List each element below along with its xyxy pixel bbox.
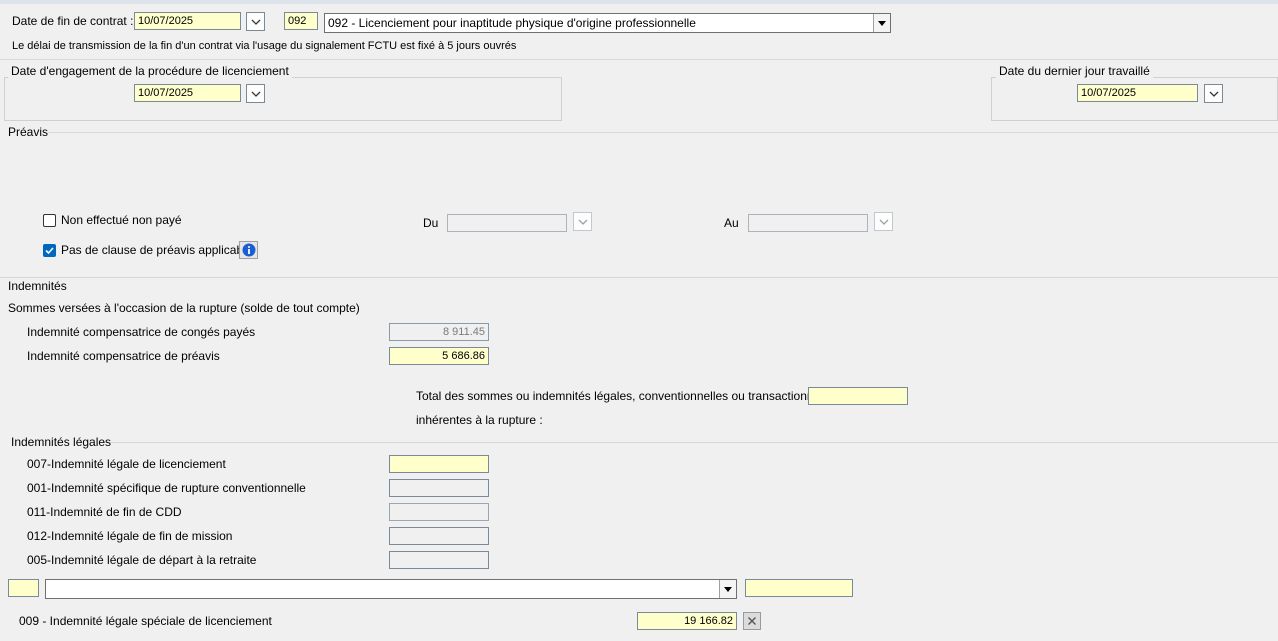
- total-label-line1: Total des sommes ou indemnités légales, …: [416, 389, 839, 403]
- legale-item-input[interactable]: [389, 551, 489, 569]
- pas-clause-info-button[interactable]: [239, 241, 258, 259]
- au-date-input[interactable]: [748, 214, 868, 232]
- preavis-indemnite-label: Indemnité compensatrice de préavis: [27, 349, 220, 363]
- chevron-down-icon: [251, 91, 260, 97]
- info-icon: [242, 243, 255, 257]
- total-label-line2: inhérentes à la rupture :: [416, 413, 543, 427]
- non-effectue-label: Non effectué non payé: [61, 213, 182, 227]
- extra-code-input[interactable]: [8, 579, 39, 597]
- last-day-date-dropdown[interactable]: [1204, 84, 1223, 103]
- legale-item-label: 011-Indemnité de fin de CDD: [27, 505, 182, 519]
- du-date-dropdown[interactable]: [573, 212, 592, 231]
- engagement-date-input[interactable]: 10/07/2025: [134, 84, 241, 102]
- conges-label: Indemnité compensatrice de congés payés: [27, 325, 256, 339]
- au-date-dropdown[interactable]: [874, 212, 893, 231]
- chevron-down-icon: [251, 19, 260, 25]
- checkmark-icon: [45, 247, 54, 255]
- preavis-divider: [48, 132, 1278, 133]
- divider: [0, 59, 1278, 60]
- motif-select[interactable]: 092 - Licenciement pour inaptitude physi…: [324, 13, 891, 33]
- legale-item-label: 007-Indemnité légale de licenciement: [27, 457, 226, 471]
- du-date-input[interactable]: [447, 214, 567, 232]
- chevron-down-icon: [879, 219, 888, 225]
- top-strip: [0, 0, 1278, 4]
- legale-item-input[interactable]: [389, 503, 489, 521]
- last-day-date-input[interactable]: 10/07/2025: [1077, 84, 1198, 102]
- chevron-down-icon: [578, 219, 587, 225]
- preavis-legend: Préavis: [8, 125, 49, 139]
- pas-clause-label: Pas de clause de préavis applicable: [61, 243, 253, 257]
- extra-select[interactable]: [45, 579, 737, 599]
- motif-selected-value: 092 - Licenciement pour inaptitude physi…: [328, 16, 696, 30]
- du-label: Du: [423, 216, 439, 230]
- contract-end-label: Date de fin de contrat :: [12, 14, 134, 28]
- legale-item-label: 012-Indemnité légale de fin de mission: [27, 529, 233, 543]
- last-day-legend: Date du dernier jour travaillé: [996, 64, 1153, 78]
- special-value-input[interactable]: 19 166.82: [637, 612, 737, 630]
- legale-item-input[interactable]: [389, 479, 489, 497]
- contract-end-date-dropdown[interactable]: [246, 12, 265, 31]
- contract-end-date-input[interactable]: 10/07/2025: [134, 12, 241, 30]
- non-effectue-checkbox[interactable]: [43, 214, 56, 227]
- legales-legend: Indemnités légales: [11, 435, 112, 449]
- au-label: Au: [724, 216, 739, 230]
- special-clear-button[interactable]: [743, 612, 761, 630]
- total-value-input[interactable]: [808, 387, 908, 405]
- preavis-indemnite-input[interactable]: 5 686.86: [389, 347, 489, 365]
- close-icon: [748, 617, 756, 625]
- special-label: 009 - Indemnité légale spéciale de licen…: [19, 614, 272, 628]
- motif-select-arrow[interactable]: [873, 14, 890, 32]
- indemnites-divider: [0, 277, 1278, 278]
- conges-value-field: 8 911.45: [389, 323, 489, 341]
- legale-item-input[interactable]: [389, 455, 489, 473]
- indemnites-subtitle: Sommes versées à l'occasion de la ruptur…: [8, 301, 360, 315]
- chevron-down-icon: [724, 586, 732, 592]
- legale-item-label: 005-Indemnité légale de départ à la retr…: [27, 553, 257, 567]
- engagement-group: [4, 77, 562, 121]
- extra-select-arrow[interactable]: [719, 580, 736, 598]
- fctu-info-text: Le délai de transmission de la fin d'un …: [12, 40, 517, 52]
- engagement-date-dropdown[interactable]: [246, 84, 265, 103]
- chevron-down-icon: [1209, 91, 1218, 97]
- legales-divider: [104, 442, 1278, 443]
- motif-code-input[interactable]: 092: [284, 12, 318, 30]
- pas-clause-checkbox[interactable]: [43, 244, 56, 257]
- engagement-legend: Date d'engagement de la procédure de lic…: [8, 64, 292, 78]
- chevron-down-icon: [878, 20, 886, 26]
- legale-item-label: 001-Indemnité spécifique de rupture conv…: [27, 481, 306, 495]
- legale-item-input[interactable]: [389, 527, 489, 545]
- indemnites-legend: Indemnités: [8, 279, 67, 293]
- extra-value-input[interactable]: [745, 579, 853, 597]
